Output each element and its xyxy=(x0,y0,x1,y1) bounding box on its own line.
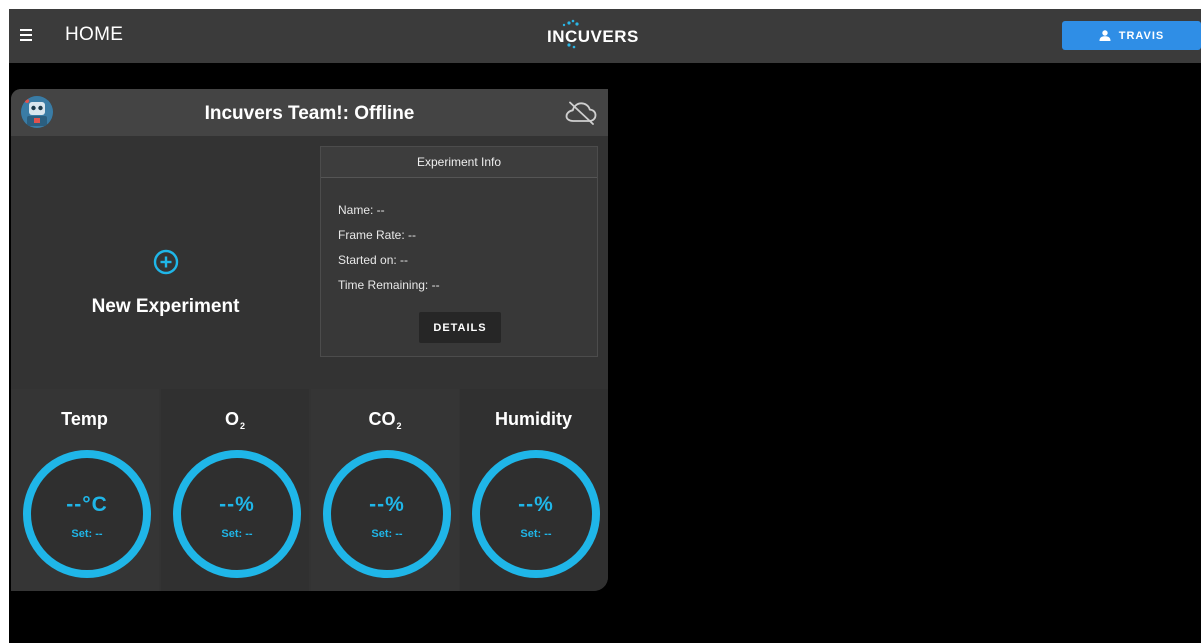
metric-setpoint: Set: -- xyxy=(371,528,403,540)
experiment-name: Name: -- xyxy=(338,203,385,217)
cloud-offline-icon xyxy=(565,101,597,125)
metric-label: Temp xyxy=(61,409,108,429)
humidity-gauge: --% Set: -- xyxy=(471,449,601,579)
incuvers-logo: INCUVERS xyxy=(547,19,647,49)
page-title: HOME xyxy=(65,24,124,45)
add-circle-icon xyxy=(153,249,178,275)
device-card-header: Incuvers Team!: Offline xyxy=(11,89,608,136)
experiment-info-panel: Experiment Info Name: -- Frame Rate: -- … xyxy=(320,146,598,357)
metric-value: --% xyxy=(518,493,554,516)
user-name: TRAVIS xyxy=(1118,29,1165,42)
metric-label: CO2 xyxy=(368,409,402,431)
device-title: Incuvers Team!: Offline xyxy=(204,103,415,124)
metric-value: --% xyxy=(369,493,405,516)
co2-gauge: --% Set: -- xyxy=(322,449,452,579)
metric-co2[interactable]: CO2 --% Set: -- xyxy=(311,389,459,591)
experiment-info-heading: Experiment Info xyxy=(321,147,597,178)
o2-gauge: --% Set: -- xyxy=(172,449,302,579)
metric-setpoint: Set: -- xyxy=(71,528,103,540)
metrics-row: Temp --°C Set: -- O2 --% Set: -- CO2 --%… xyxy=(11,389,608,591)
menu-icon[interactable] xyxy=(12,21,40,49)
metric-label: O2 xyxy=(224,409,246,431)
experiment-time-remaining: Time Remaining: -- xyxy=(338,278,440,292)
temp-gauge: --°C Set: -- xyxy=(22,449,152,579)
device-card: Incuvers Team!: Offline New Experiment E… xyxy=(11,89,608,591)
user-icon xyxy=(1099,30,1111,41)
details-button[interactable]: DETAILS xyxy=(419,312,501,343)
metric-setpoint: Set: -- xyxy=(520,528,552,540)
metric-label: Humidity xyxy=(494,409,572,429)
top-bar: HOME INCUVERS TRAVIS xyxy=(9,9,1201,63)
metric-o2[interactable]: O2 --% Set: -- xyxy=(161,389,309,591)
metric-value: --% xyxy=(219,493,255,516)
app-frame: HOME INCUVERS TRAVIS Incuvers Team!: Off… xyxy=(9,9,1201,643)
metric-humidity[interactable]: Humidity --% Set: -- xyxy=(460,389,608,591)
metric-setpoint: Set: -- xyxy=(221,528,253,540)
metric-temp[interactable]: Temp --°C Set: -- xyxy=(11,389,159,591)
logo-text: INCUVERS xyxy=(547,27,639,46)
new-experiment-label: New Experiment xyxy=(91,296,240,317)
experiment-frame-rate: Frame Rate: -- xyxy=(338,228,417,242)
experiment-started-on: Started on: -- xyxy=(338,253,409,267)
user-account-button[interactable]: TRAVIS xyxy=(1062,21,1201,50)
new-experiment-button[interactable]: New Experiment xyxy=(11,249,320,349)
metric-value: --°C xyxy=(66,493,108,516)
